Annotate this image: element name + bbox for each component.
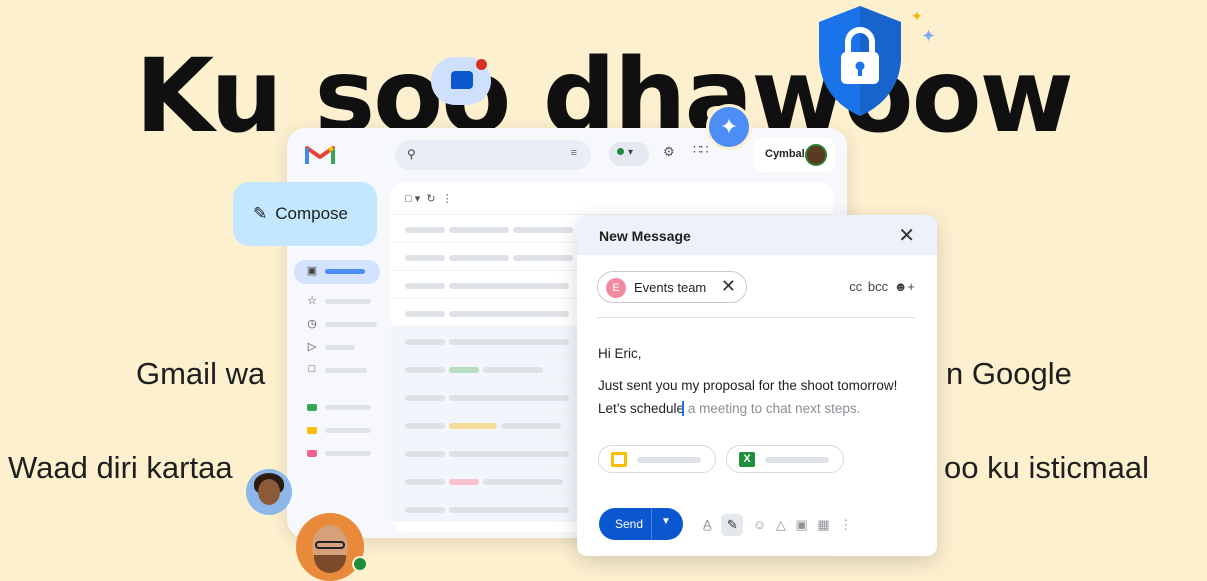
new-message-header: New Message ✕ xyxy=(577,215,937,255)
add-people-icon[interactable]: ☻+ xyxy=(894,279,915,294)
cc-link[interactable]: cc xyxy=(849,279,862,294)
online-status-icon xyxy=(352,556,368,572)
search-icon: ⚲ xyxy=(407,147,416,161)
sparkle-icon: ✦ xyxy=(921,26,937,46)
status-indicator[interactable]: ▾ xyxy=(609,142,649,166)
send-icon[interactable]: ▷ xyxy=(305,340,319,353)
send-options-icon[interactable]: ▼ xyxy=(661,516,671,527)
smart-compose-suggestion: a meeting to chat next steps. xyxy=(684,401,861,416)
compose-label: Compose xyxy=(275,204,349,223)
settings-icon[interactable]: ⚙ xyxy=(663,144,675,160)
subtitle-line1-right: n Google xyxy=(946,356,1072,391)
lock-shield-icon xyxy=(819,6,901,116)
compose-button[interactable]: ✎ Compose xyxy=(233,182,377,246)
draft-icon[interactable]: □ xyxy=(305,363,319,375)
sheets-icon: X xyxy=(739,452,755,467)
new-message-window: New Message ✕ E Events team ✕ cc bcc ☻+ … xyxy=(577,215,937,556)
remove-recipient-icon[interactable]: ✕ xyxy=(721,276,736,297)
subtitle-line2-right: oo ku isticmaal xyxy=(944,450,1150,485)
emoji-icon[interactable]: ☺ xyxy=(753,517,766,532)
more-icon[interactable]: ⋮ xyxy=(839,517,852,532)
pencil-icon: ✎ xyxy=(253,204,268,223)
account-chip[interactable]: Cymbal xyxy=(753,138,835,172)
recipient-name: Events team xyxy=(634,280,707,295)
list-toolbar[interactable]: □ ▾ ↻ ⋮ xyxy=(405,192,453,205)
message-greeting: Hi Eric, xyxy=(598,346,642,361)
calendar-icon[interactable]: ▦ xyxy=(817,517,829,532)
brand-name: Cymbal xyxy=(765,148,805,160)
recipient-avatar: E xyxy=(606,278,626,298)
avatar xyxy=(805,144,827,166)
apps-icon[interactable]: ∷∷ xyxy=(693,142,709,158)
subtitle-line1-left: Gmail wa xyxy=(136,356,266,391)
clock-icon[interactable]: ◷ xyxy=(305,317,319,330)
label-green-icon[interactable] xyxy=(307,404,317,411)
gemini-icon: ✦ xyxy=(706,104,752,150)
send-button[interactable]: Send ▼ xyxy=(599,508,683,540)
star-icon[interactable]: ☆ xyxy=(305,294,319,307)
send-label: Send xyxy=(615,517,644,531)
chat-icon xyxy=(431,57,491,105)
avatar xyxy=(246,469,292,515)
sparkle-icon: ✦ xyxy=(911,8,923,24)
recipient-chip[interactable]: E Events team ✕ xyxy=(597,271,747,303)
search-bar[interactable]: ⚲ ≡ xyxy=(395,140,591,170)
typed-text: Let’s schedule xyxy=(598,401,685,416)
compose-toolbar: A̲ ✎ ☺ △ ▣ ▦ ⋮ xyxy=(703,514,852,536)
attachment-sheets[interactable]: X xyxy=(726,445,844,473)
bcc-link[interactable]: bcc xyxy=(868,279,888,294)
label-yellow-icon[interactable] xyxy=(307,427,317,434)
drive-icon[interactable]: △ xyxy=(776,517,786,532)
new-message-title: New Message xyxy=(599,228,691,244)
help-me-write-icon[interactable]: ✎ xyxy=(721,514,744,536)
gmail-logo-icon xyxy=(305,146,335,164)
avatar xyxy=(296,513,364,581)
attachment-slides[interactable] xyxy=(598,445,716,473)
label-pink-icon[interactable] xyxy=(307,450,317,457)
subtitle-line2-left: Waad diri kartaa xyxy=(8,450,233,485)
image-icon[interactable]: ▣ xyxy=(795,517,807,532)
message-line-2[interactable]: Let’s schedule a meeting to chat next st… xyxy=(598,401,860,416)
filter-icon[interactable]: ≡ xyxy=(571,147,577,159)
inbox-icon: ▣ xyxy=(306,265,318,277)
format-text-icon[interactable]: A̲ xyxy=(703,517,712,532)
close-icon[interactable]: ✕ xyxy=(898,223,915,248)
cc-bcc: cc bcc ☻+ xyxy=(849,279,915,294)
message-line-1: Just sent you my proposal for the shoot … xyxy=(598,378,898,393)
slides-icon xyxy=(611,452,627,467)
